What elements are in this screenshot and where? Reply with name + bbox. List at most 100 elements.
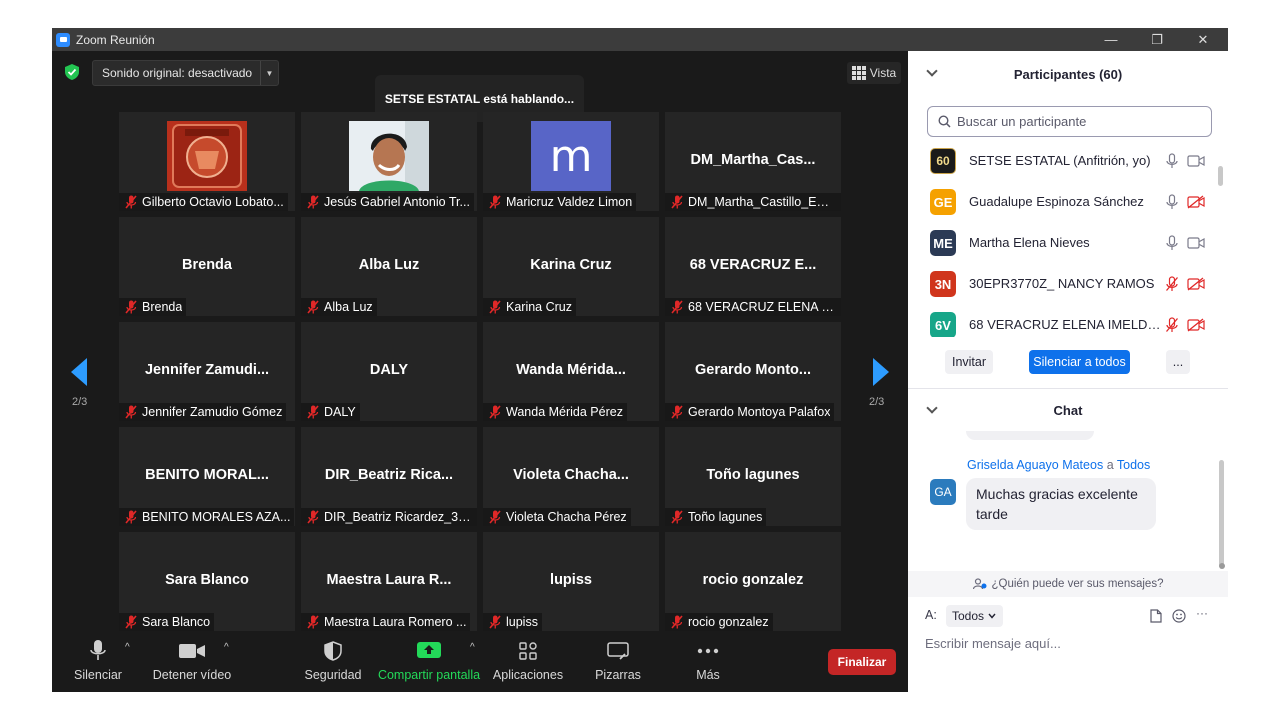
tile-participant-name: lupiss bbox=[506, 615, 538, 629]
tile-name-label: DM_Martha_Castillo_EPR... bbox=[665, 193, 841, 211]
video-tile[interactable]: BENITO MORAL... BENITO MORALES AZA... bbox=[119, 427, 295, 526]
tile-name-label: DIR_Beatriz Ricardez_30... bbox=[301, 508, 477, 526]
participant-row[interactable]: 60 SETSE ESTATAL (Anfitrión, yo) bbox=[908, 141, 1220, 182]
mute-button[interactable]: Silenciar bbox=[72, 634, 124, 692]
mute-all-button[interactable]: Silenciar a todos bbox=[1029, 350, 1130, 374]
chevron-down-icon[interactable]: ▼ bbox=[260, 61, 278, 85]
video-tile[interactable]: Alba Luz Alba Luz bbox=[301, 217, 477, 316]
apps-button[interactable]: Aplicaciones bbox=[492, 634, 564, 692]
emoji-icon[interactable] bbox=[1172, 609, 1186, 623]
who-can-see-messages-link[interactable]: ¿Quién puede ver sus mensajes? bbox=[908, 571, 1228, 597]
stop-video-button[interactable]: Detener vídeo bbox=[152, 634, 232, 692]
file-icon[interactable] bbox=[1150, 609, 1162, 623]
chat-recipient-dropdown[interactable]: Todos bbox=[946, 605, 1003, 627]
original-sound-button[interactable]: Sonido original: desactivado ▼ bbox=[92, 60, 279, 86]
security-label: Seguridad bbox=[304, 668, 362, 682]
tile-name-label: Toño lagunes bbox=[665, 508, 767, 526]
participant-avatar: 3N bbox=[930, 271, 956, 297]
title-bar: Zoom Reunión — ❐ ✕ bbox=[52, 28, 1228, 51]
video-tile[interactable]: Gerardo Monto... Gerardo Montoya Palafox bbox=[665, 322, 841, 421]
chat-message-input[interactable]: Escribir mensaje aquí... bbox=[925, 636, 1061, 651]
participant-row[interactable]: 6V 68 VERACRUZ ELENA IMELDA ... bbox=[908, 305, 1220, 337]
more-button[interactable]: Más bbox=[688, 634, 728, 692]
microphone-icon[interactable] bbox=[1165, 153, 1179, 169]
view-button[interactable]: Vista bbox=[847, 62, 901, 84]
message-to-word: a bbox=[1106, 458, 1114, 472]
video-tile[interactable]: 68 VERACRUZ E... 68 VERACRUZ ELENA IM... bbox=[665, 217, 841, 316]
tile-participant-name: DALY bbox=[324, 405, 356, 419]
side-panel: Participantes (60) Buscar un participant… bbox=[908, 51, 1228, 692]
mute-label: Silenciar bbox=[74, 668, 122, 682]
participant-search-input[interactable]: Buscar un participante bbox=[927, 106, 1212, 137]
participant-avatar: GE bbox=[930, 189, 956, 215]
video-tile[interactable]: rocio gonzalez rocio gonzalez bbox=[665, 532, 841, 631]
participant-row[interactable]: ME Martha Elena Nieves bbox=[908, 223, 1220, 264]
video-tile[interactable]: Violeta Chacha... Violeta Chacha Pérez bbox=[483, 427, 659, 526]
gallery-grid: Gilberto Octavio Lobato... Jesús Gabriel … bbox=[119, 112, 843, 634]
share-options-caret-icon[interactable]: ^ bbox=[470, 642, 475, 653]
sender-avatar: GA bbox=[930, 479, 956, 505]
microphone-icon[interactable] bbox=[1165, 194, 1179, 210]
message-recipient[interactable]: Todos bbox=[1117, 458, 1150, 472]
video-tile[interactable]: Brenda Brenda bbox=[119, 217, 295, 316]
tile-participant-name: Maestra Laura Romero ... bbox=[324, 615, 467, 629]
minimize-button[interactable]: — bbox=[1088, 28, 1134, 51]
collapse-chat-chevron-icon[interactable] bbox=[926, 402, 938, 414]
security-button[interactable]: Seguridad bbox=[302, 634, 364, 692]
video-options-caret-icon[interactable]: ^ bbox=[224, 642, 229, 653]
collapse-participants-chevron-icon[interactable] bbox=[926, 65, 938, 77]
window-title: Zoom Reunión bbox=[76, 32, 155, 47]
tile-participant-name: BENITO MORALES AZA... bbox=[142, 510, 291, 524]
next-page-arrow-icon[interactable] bbox=[873, 358, 889, 386]
chat-to-label: A: bbox=[925, 608, 937, 622]
chat-scrollbar[interactable] bbox=[1219, 460, 1224, 567]
video-tile[interactable]: DIR_Beatriz Rica... DIR_Beatriz Ricardez_… bbox=[301, 427, 477, 526]
whiteboards-button[interactable]: Pizarras bbox=[592, 634, 644, 692]
tile-display-name: Violeta Chacha... bbox=[513, 467, 629, 483]
share-screen-button[interactable]: Compartir pantalla bbox=[378, 634, 480, 692]
restore-button[interactable]: ❐ bbox=[1134, 28, 1180, 51]
participant-list-scrollbar[interactable] bbox=[1218, 166, 1223, 186]
video-tile[interactable]: Karina Cruz Karina Cruz bbox=[483, 217, 659, 316]
tile-display-name: lupiss bbox=[550, 572, 592, 588]
mic-muted-icon[interactable] bbox=[1165, 317, 1179, 333]
participants-more-button[interactable]: ... bbox=[1166, 350, 1190, 374]
video-camera-icon[interactable] bbox=[1187, 154, 1205, 168]
tile-name-label: 68 VERACRUZ ELENA IM... bbox=[665, 298, 841, 316]
end-meeting-button[interactable]: Finalizar bbox=[828, 649, 896, 675]
participant-row[interactable]: GE Guadalupe Espinoza Sánchez bbox=[908, 182, 1220, 223]
video-camera-icon[interactable] bbox=[1187, 236, 1205, 250]
message-sender[interactable]: Griselda Aguayo Mateos bbox=[967, 458, 1103, 472]
close-button[interactable]: ✕ bbox=[1180, 28, 1226, 51]
video-tile[interactable]: Jennifer Zamudi... Jennifer Zamudio Gómez bbox=[119, 322, 295, 421]
tile-name-label: Gilberto Octavio Lobato... bbox=[119, 193, 288, 211]
video-tile[interactable]: DM_Martha_Cas... DM_Martha_Castillo_EPR..… bbox=[665, 112, 841, 211]
video-off-icon[interactable] bbox=[1187, 195, 1205, 209]
participants-title: Participantes (60) bbox=[1013, 66, 1123, 82]
prev-page-arrow-icon[interactable] bbox=[71, 358, 87, 386]
video-tile[interactable]: DALY DALY bbox=[301, 322, 477, 421]
tile-name-label: Jennifer Zamudio Gómez bbox=[119, 403, 287, 421]
video-off-icon[interactable] bbox=[1187, 318, 1205, 332]
video-tile[interactable]: Maestra Laura R... Maestra Laura Romero .… bbox=[301, 532, 477, 631]
video-tile[interactable]: Gilberto Octavio Lobato... bbox=[119, 112, 295, 211]
participant-name: Martha Elena Nieves bbox=[969, 235, 1090, 250]
chat-header: Chat bbox=[908, 389, 1228, 431]
video-tile[interactable]: Sara Blanco Sara Blanco bbox=[119, 532, 295, 631]
invite-button[interactable]: Invitar bbox=[945, 350, 993, 374]
audio-options-caret-icon[interactable]: ^ bbox=[125, 642, 130, 653]
video-tile[interactable]: lupiss lupiss bbox=[483, 532, 659, 631]
microphone-icon[interactable] bbox=[1165, 235, 1179, 251]
participant-row[interactable]: 3N 30EPR3770Z_ NANCY RAMOS bbox=[908, 264, 1220, 305]
video-off-icon[interactable] bbox=[1187, 277, 1205, 291]
whiteboard-icon bbox=[607, 642, 629, 660]
video-tile[interactable]: Jesús Gabriel Antonio Tr... bbox=[301, 112, 477, 211]
shield-check-icon[interactable] bbox=[65, 64, 79, 80]
video-tile[interactable]: m Maricruz Valdez Limon bbox=[483, 112, 659, 211]
tile-display-name: Maestra Laura R... bbox=[326, 572, 452, 588]
video-tile[interactable]: Wanda Mérida... Wanda Mérida Pérez bbox=[483, 322, 659, 421]
apps-icon bbox=[519, 642, 537, 660]
mic-muted-icon[interactable] bbox=[1165, 276, 1179, 292]
chat-more-icon[interactable]: ··· bbox=[1196, 606, 1208, 620]
video-tile[interactable]: Toño lagunes Toño lagunes bbox=[665, 427, 841, 526]
